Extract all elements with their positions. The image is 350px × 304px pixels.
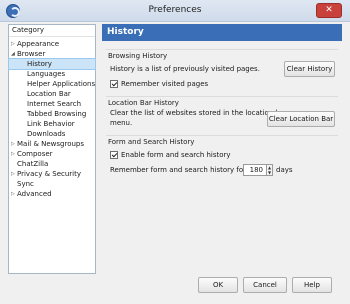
- category-item-advanced[interactable]: ▷ Advanced: [9, 189, 95, 199]
- category-item-internet-search[interactable]: Internet Search: [9, 99, 95, 109]
- category-item-history[interactable]: History: [8, 58, 96, 70]
- category-item-languages[interactable]: Languages: [9, 69, 95, 79]
- window-close-button[interactable]: ✕: [316, 3, 342, 18]
- help-button[interactable]: Help: [292, 277, 332, 293]
- category-item-tabbed-browsing[interactable]: Tabbed Browsing: [9, 109, 95, 119]
- history-days-input[interactable]: 180: [243, 164, 267, 176]
- category-item-browser[interactable]: ◢ Browser: [9, 49, 95, 59]
- category-item-label: Downloads: [27, 130, 66, 138]
- category-item-composer[interactable]: ▷ Composer: [9, 149, 95, 159]
- category-item-label: Tabbed Browsing: [27, 110, 87, 118]
- category-tree[interactable]: Category ▷ Appearance ◢ Browser History Langu…: [8, 24, 96, 274]
- clear-location-bar-button[interactable]: Clear Location Bar: [267, 111, 335, 127]
- category-item-chatzilla[interactable]: ChatZilla: [9, 159, 95, 169]
- remember-visited-pages-checkbox[interactable]: [110, 80, 118, 88]
- category-item-label: Appearance: [17, 40, 60, 48]
- category-item-location-bar[interactable]: Location Bar: [9, 89, 95, 99]
- spin-down-icon[interactable]: ▼: [267, 170, 272, 175]
- category-item-label: Languages: [27, 70, 66, 78]
- category-item-helper-applications[interactable]: Helper Applications: [9, 79, 95, 89]
- ok-button[interactable]: OK: [198, 277, 238, 293]
- remember-visited-pages-label: Remember visited pages: [121, 80, 209, 88]
- category-item-label: Location Bar: [27, 90, 71, 98]
- category-item-link-behavior[interactable]: Link Behavior: [9, 119, 95, 129]
- location-bar-description-line2: menu.: [110, 119, 133, 127]
- tree-expander-icon[interactable]: ◢: [11, 49, 15, 59]
- tree-expander-icon[interactable]: ▷: [11, 169, 15, 179]
- category-list: ▷ Appearance ◢ Browser History Languages Helpe…: [8, 37, 96, 199]
- category-item-label: Composer: [17, 150, 53, 158]
- enable-form-search-label: Enable form and search history: [121, 151, 231, 159]
- days-suffix-label: days: [276, 166, 293, 174]
- category-item-label: Link Behavior: [27, 120, 75, 128]
- category-header: Category: [9, 25, 95, 37]
- tree-expander-icon[interactable]: ▷: [11, 39, 15, 49]
- history-panel: History Browsing History History is a li…: [102, 24, 342, 244]
- location-bar-history-heading: Location Bar History: [108, 99, 179, 107]
- page-title: History: [102, 24, 342, 41]
- category-item-label: Sync: [17, 180, 34, 188]
- category-item-label: Advanced: [17, 190, 52, 198]
- category-item-sync[interactable]: Sync: [9, 179, 95, 189]
- browsing-history-heading: Browsing History: [108, 52, 168, 60]
- tree-expander-icon[interactable]: ▷: [11, 149, 15, 159]
- form-search-history-heading: Form and Search History: [108, 138, 195, 146]
- enable-form-search-checkbox[interactable]: [110, 151, 118, 159]
- category-item-label: ChatZilla: [17, 160, 49, 168]
- history-days-spinner[interactable]: ▲ ▼: [267, 164, 273, 176]
- tree-expander-icon[interactable]: ▷: [11, 139, 15, 149]
- category-item-label: History: [27, 60, 52, 68]
- tree-expander-icon[interactable]: ▷: [11, 189, 15, 199]
- clear-history-button[interactable]: Clear History: [284, 61, 335, 77]
- category-item-label: Internet Search: [27, 100, 82, 108]
- category-item-label: Mail & Newsgroups: [17, 140, 85, 148]
- cancel-button[interactable]: Cancel: [243, 277, 287, 293]
- category-item-mail-newsgroups[interactable]: ▷ Mail & Newsgroups: [9, 139, 95, 149]
- category-item-label: Helper Applications: [27, 80, 96, 88]
- category-item-label: Browser: [17, 50, 46, 58]
- title-bar: Preferences ✕: [0, 0, 350, 22]
- category-item-downloads[interactable]: Downloads: [9, 129, 95, 139]
- category-item-appearance[interactable]: ▷ Appearance: [9, 39, 95, 49]
- category-item-privacy-security[interactable]: ▷ Privacy & Security: [9, 169, 95, 179]
- category-item-label: Privacy & Security: [17, 170, 81, 178]
- browsing-history-description: History is a list of previously visited …: [110, 65, 260, 73]
- window-title: Preferences: [148, 5, 202, 15]
- location-bar-description-line1: Clear the list of websites stored in the…: [110, 109, 288, 117]
